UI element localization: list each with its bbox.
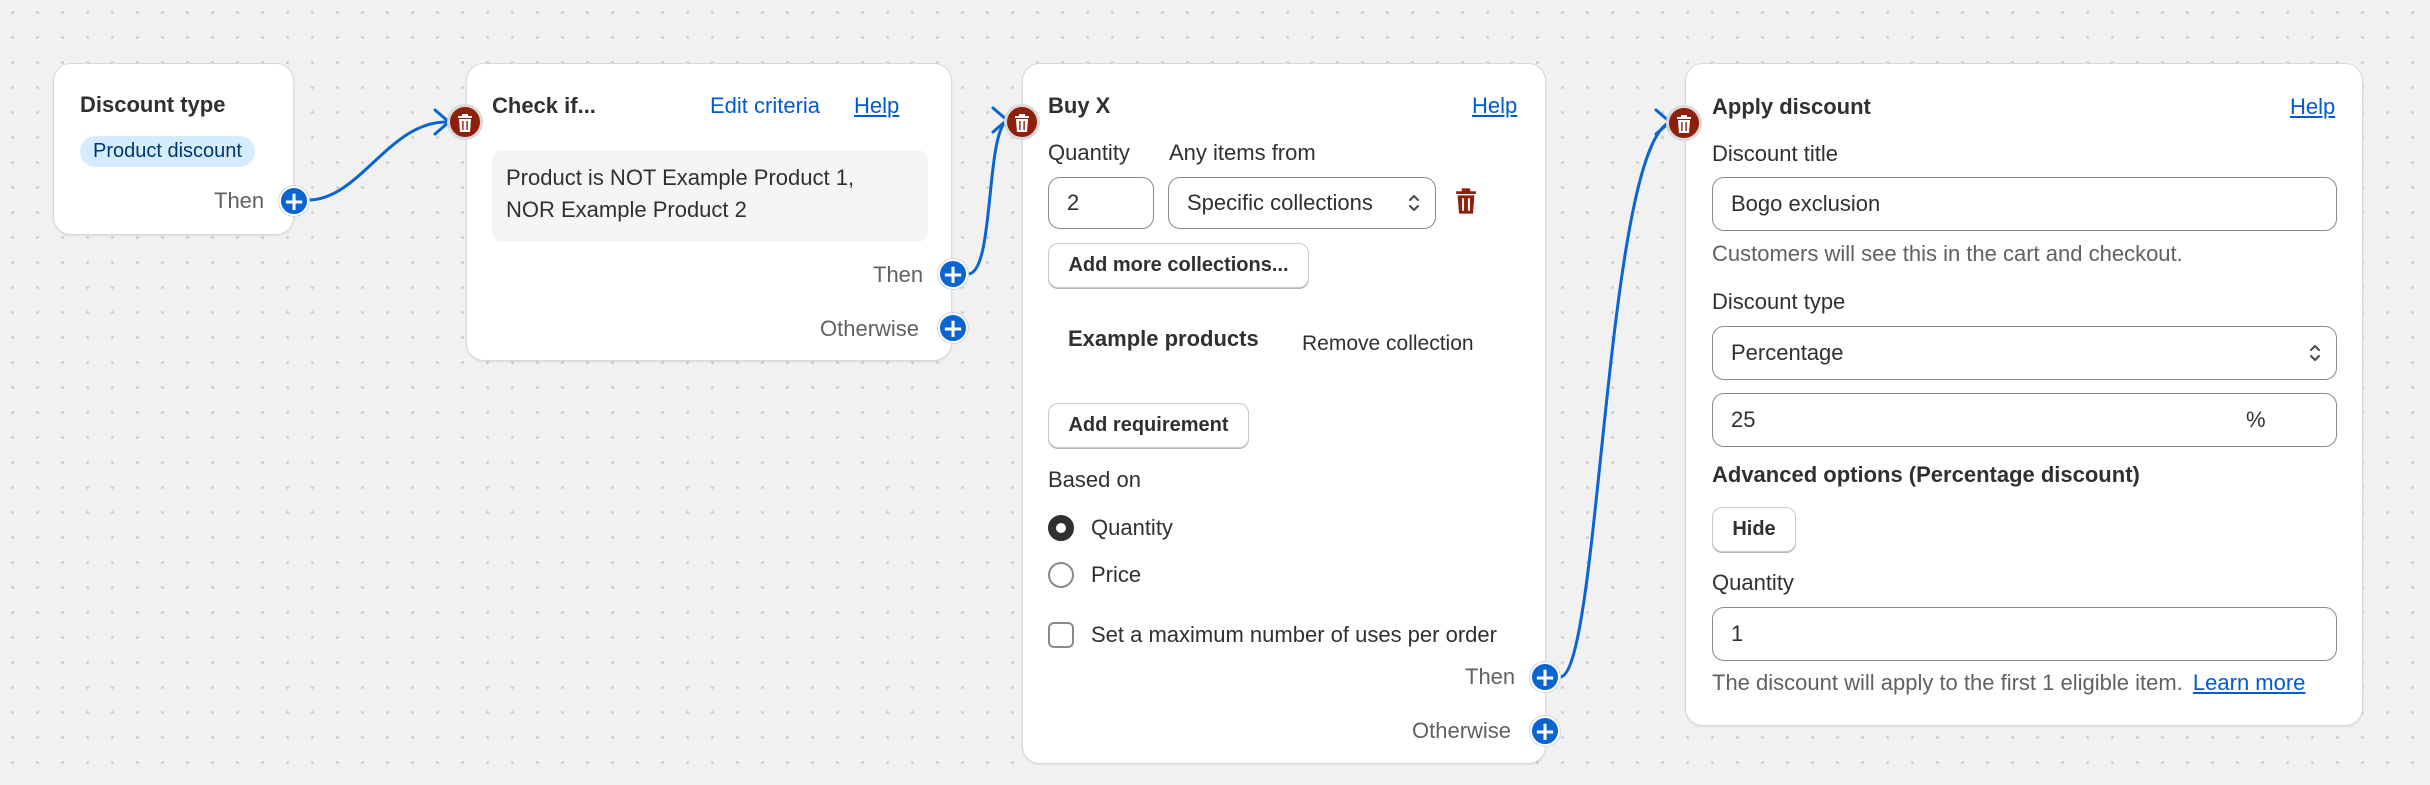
add-then-step-plus-icon[interactable]: + xyxy=(1530,662,1560,692)
hide-button[interactable]: Hide xyxy=(1712,507,1796,552)
discount-type-select[interactable]: Percentage xyxy=(1712,326,2337,380)
delete-collections-trash-icon[interactable] xyxy=(1454,187,1478,215)
apply-quantity-input[interactable]: 1 xyxy=(1712,607,2337,661)
percentage-input[interactable]: 25 % xyxy=(1712,393,2337,447)
check-if-title: Check if... xyxy=(492,93,596,118)
select-chevron-icon xyxy=(2310,345,2320,361)
add-more-collections-button[interactable]: Add more collections... xyxy=(1048,243,1309,288)
delete-check-step-trash-icon[interactable] xyxy=(447,104,483,140)
collections-select[interactable]: Specific collections xyxy=(1168,177,1436,229)
connector-buy-to-apply xyxy=(1558,120,1672,679)
check-if-card: Check if... Edit criteria Help Product i… xyxy=(466,63,952,361)
percent-suffix: % xyxy=(2246,407,2266,432)
discount-type-label: Discount type xyxy=(1712,289,1846,314)
then-label: Then xyxy=(873,262,924,287)
otherwise-label: Otherwise xyxy=(1412,718,1512,743)
condition-summary: Product is NOT Example Product 1, NOR Ex… xyxy=(492,150,928,242)
max-uses-checkbox[interactable] xyxy=(1048,622,1074,648)
radio-price-label[interactable]: Price xyxy=(1091,562,1141,588)
delete-buy-step-trash-icon[interactable] xyxy=(1004,104,1040,140)
based-on-label: Based on xyxy=(1048,467,1141,492)
apply-discount-card: Apply discount Help Discount title Bogo … xyxy=(1685,63,2363,726)
remove-collection-link[interactable]: Remove collection xyxy=(1302,332,1474,356)
discount-title-label: Discount title xyxy=(1712,141,1838,166)
then-label: Then xyxy=(1465,664,1516,689)
max-uses-label[interactable]: Set a maximum number of uses per order xyxy=(1091,622,1497,648)
apply-help-link[interactable]: Help xyxy=(2290,94,2335,120)
radio-quantity[interactable] xyxy=(1048,515,1074,541)
select-chevron-icon xyxy=(1409,195,1419,211)
percentage-value: 25 xyxy=(1731,407,1756,432)
check-help-link[interactable]: Help xyxy=(854,93,899,119)
otherwise-label: Otherwise xyxy=(820,316,920,341)
then-label: Then xyxy=(214,188,265,213)
delete-apply-step-trash-icon[interactable] xyxy=(1666,105,1702,141)
buy-x-title: Buy X xyxy=(1048,93,1111,118)
radio-price[interactable] xyxy=(1048,562,1074,588)
quantity-label: Quantity xyxy=(1048,140,1130,165)
collection-name: Example products xyxy=(1068,326,1259,351)
discount-type-card: Discount type Product discount Then xyxy=(53,63,294,235)
collections-select-value: Specific collections xyxy=(1187,190,1373,215)
add-then-step-plus-icon[interactable]: + xyxy=(279,186,309,216)
discount-type-title: Discount type xyxy=(80,92,226,117)
edit-criteria-link[interactable]: Edit criteria xyxy=(710,93,820,119)
discount-title-help: Customers will see this in the cart and … xyxy=(1712,241,2183,266)
advanced-options-label: Advanced options (Percentage discount) xyxy=(1712,462,2140,487)
add-requirement-button[interactable]: Add requirement xyxy=(1048,403,1249,448)
connector-discount-to-check xyxy=(306,120,450,202)
radio-quantity-label[interactable]: Quantity xyxy=(1091,515,1173,541)
buy-x-card: Buy X Help Quantity Any items from 2 Spe… xyxy=(1022,63,1546,764)
condition-line-1: Product is NOT Example Product 1, xyxy=(506,165,855,190)
add-otherwise-step-plus-icon[interactable]: + xyxy=(938,313,968,343)
add-otherwise-step-plus-icon[interactable]: + xyxy=(1530,716,1560,746)
buy-quantity-input[interactable]: 2 xyxy=(1048,177,1154,229)
any-items-label: Any items from xyxy=(1169,140,1316,165)
learn-more-link[interactable]: Learn more xyxy=(2193,670,2306,695)
add-then-step-plus-icon[interactable]: + xyxy=(938,259,968,289)
product-discount-badge: Product discount xyxy=(80,136,255,167)
connector-check-to-buy xyxy=(966,118,1010,276)
apply-help-text: The discount will apply to the first 1 e… xyxy=(1712,670,2305,696)
apply-help-sentence: The discount will apply to the first 1 e… xyxy=(1712,670,2183,695)
discount-title-input[interactable]: Bogo exclusion xyxy=(1712,177,2337,231)
discount-type-value: Percentage xyxy=(1731,340,1844,365)
apply-quantity-label: Quantity xyxy=(1712,570,1794,595)
apply-discount-title: Apply discount xyxy=(1712,94,1871,119)
condition-line-2: NOR Example Product 2 xyxy=(506,197,747,222)
buy-help-link[interactable]: Help xyxy=(1472,93,1517,119)
